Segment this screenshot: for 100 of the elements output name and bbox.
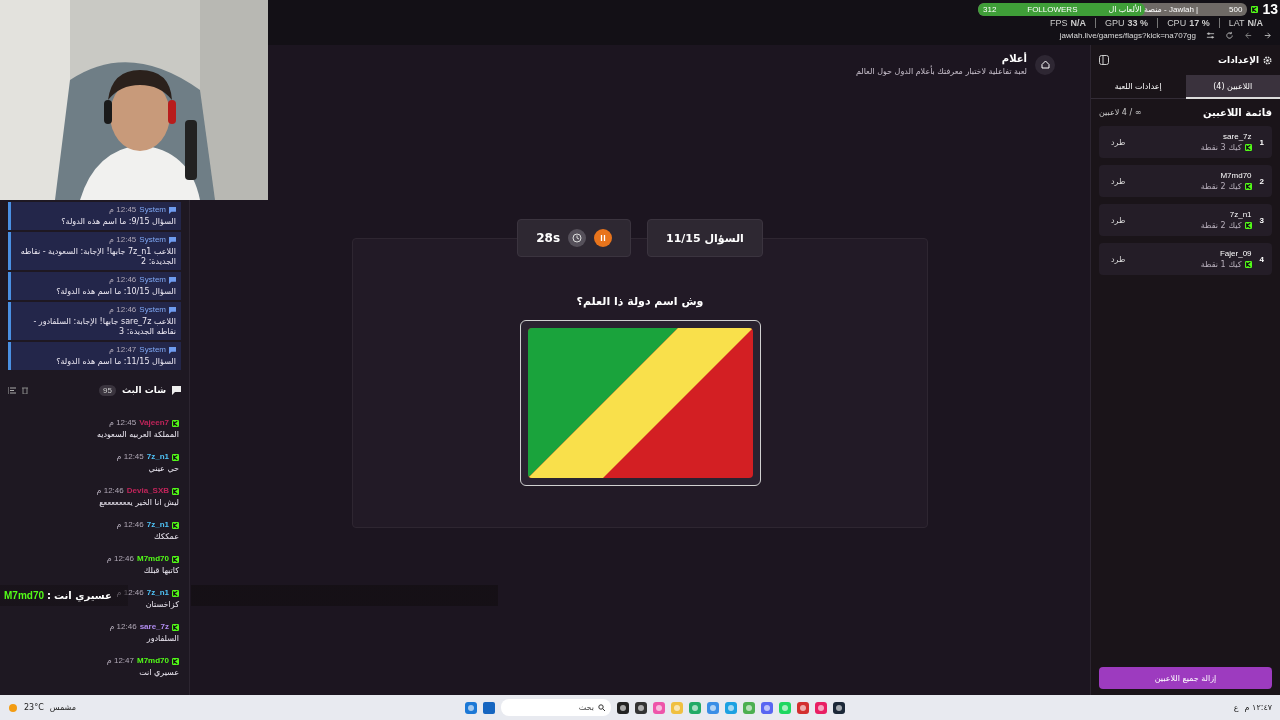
players-list-title: قائمة اللاعبين bbox=[1202, 107, 1272, 118]
stat-label: GPU bbox=[1105, 18, 1125, 28]
chatter-name: M7md70 bbox=[137, 656, 169, 666]
question-text: وش اسم دولة ذا العلم؟ bbox=[576, 295, 704, 308]
message-time: 12:45 م bbox=[109, 205, 137, 215]
message-text: كزاخستان bbox=[145, 600, 179, 610]
stat-label: CPU bbox=[1167, 18, 1187, 28]
message-time: 12:46 م bbox=[106, 554, 134, 564]
message-time: 12:45 م bbox=[116, 452, 144, 462]
app-icon[interactable] bbox=[616, 701, 629, 714]
chatter-name: 7z_n1 bbox=[146, 452, 169, 462]
game-subtitle: لعبة تفاعلية لاختبار معرفتك بأعلام الدول حول العالم bbox=[855, 67, 1027, 76]
stat-value: N/A bbox=[1070, 18, 1087, 28]
page-title: منصة الألعاب ال - Jawlah | bbox=[1108, 4, 1199, 14]
chat-icon bbox=[172, 385, 181, 395]
panel-toggle-icon[interactable] bbox=[1099, 55, 1109, 65]
platform-icon bbox=[1244, 261, 1252, 268]
player-rank: 4 bbox=[1259, 254, 1264, 264]
platform-icon bbox=[172, 657, 179, 665]
remove-all-button[interactable]: إزالة جميع اللاعبين bbox=[1099, 667, 1272, 689]
question-counter: السؤال 11/15 bbox=[666, 231, 744, 245]
game-title: أعلام bbox=[1000, 53, 1027, 64]
kick-button[interactable]: طرد bbox=[1107, 174, 1130, 188]
player-points: 2 نقطة bbox=[1200, 221, 1226, 230]
settings-title: الإعدادات bbox=[1218, 55, 1259, 65]
address-url[interactable]: jawlah.live/games/flags?kick=na707gg bbox=[1059, 31, 1196, 40]
home-button[interactable] bbox=[1035, 54, 1055, 75]
message-time: 12:46 م bbox=[116, 520, 144, 530]
player-rank: 3 bbox=[1259, 215, 1264, 225]
message-text: ليش انا الخير يعععععععع bbox=[99, 498, 179, 508]
timer-text: 28s bbox=[536, 231, 561, 245]
platform-icon bbox=[172, 487, 179, 495]
keyboard-language[interactable]: ع bbox=[1233, 703, 1239, 712]
message-text: اللاعب sare_7z جابها! الإجابة: السلفادور - نقاطه الجديدة: 3 bbox=[32, 317, 176, 337]
search-icon bbox=[597, 704, 605, 711]
app-icon[interactable] bbox=[634, 701, 647, 714]
sender-name: System bbox=[139, 205, 166, 215]
tab[interactable]: إعدادات اللعبة bbox=[1091, 75, 1186, 99]
message-time: 12:46 م bbox=[116, 588, 144, 598]
forward-arrow-icon[interactable] bbox=[1263, 31, 1272, 40]
gear-icon bbox=[1263, 55, 1272, 65]
stat-value: 17 % bbox=[1189, 18, 1210, 28]
message-time: 12:46 م bbox=[109, 275, 137, 285]
player-platform: كيك bbox=[1228, 143, 1242, 152]
player-name: 7z_n1 bbox=[1229, 210, 1252, 219]
message-text: عسيري انت bbox=[139, 668, 179, 678]
message-text: كاتبها قبلك bbox=[143, 566, 179, 576]
chat-bubble-icon bbox=[169, 346, 176, 354]
message-time: 12:45 م bbox=[108, 418, 137, 428]
chatter-name: Vajeen7 bbox=[139, 418, 169, 428]
temperature: 23°C bbox=[24, 703, 44, 712]
message-text: عمككك bbox=[154, 532, 179, 542]
search-field[interactable]: بحث bbox=[500, 699, 611, 716]
player-name: M7md70 bbox=[1220, 171, 1252, 180]
reload-icon[interactable] bbox=[1225, 31, 1234, 40]
clock-button[interactable] bbox=[568, 229, 587, 247]
player-platform: كيك bbox=[1228, 260, 1242, 269]
chat-bubble-icon bbox=[169, 276, 176, 284]
message-text: اللاعب 7z_n1 جابها! الإجابة: السعودية - نقاطه الجديدة: 2 bbox=[19, 247, 176, 267]
player-points: 2 نقطة bbox=[1200, 182, 1226, 191]
message-time: 12:45 م bbox=[109, 235, 137, 245]
trash-icon[interactable] bbox=[22, 386, 28, 394]
message-text: السؤال 11/15: ما اسم هذه الدولة؟ bbox=[56, 357, 176, 367]
message-text: المملكة العربيه السعوديه bbox=[96, 430, 179, 440]
pause-button[interactable] bbox=[594, 229, 613, 247]
chat-bubble-icon bbox=[169, 306, 176, 314]
sender-name: System bbox=[139, 345, 166, 355]
platform-icon bbox=[1251, 5, 1259, 13]
sender-name: System bbox=[139, 235, 166, 245]
alert-name: M7md70 bbox=[4, 590, 44, 601]
viewer-count: 13 bbox=[1262, 1, 1278, 17]
player-rank: 1 bbox=[1259, 137, 1264, 147]
kick-button[interactable]: طرد bbox=[1107, 252, 1130, 266]
platform-icon bbox=[172, 419, 179, 427]
chatter-name: 7z_n1 bbox=[146, 588, 169, 598]
settings-icon[interactable] bbox=[1206, 31, 1215, 40]
message-text: حي عيني bbox=[148, 464, 179, 474]
clock[interactable]: ١٢:٤٧ م bbox=[1244, 703, 1272, 712]
back-arrow-icon[interactable] bbox=[1244, 31, 1253, 40]
platform-icon bbox=[172, 589, 179, 597]
list-icon[interactable] bbox=[8, 386, 16, 394]
clock-icon bbox=[572, 233, 583, 243]
chat-bubble-icon bbox=[169, 236, 176, 244]
player-platform: كيك bbox=[1228, 221, 1242, 230]
viewer-count-badge: 95 bbox=[99, 384, 116, 396]
kick-button[interactable]: طرد bbox=[1107, 213, 1130, 227]
player-name: Fajer_09 bbox=[1219, 249, 1252, 258]
alert-separator: : bbox=[47, 590, 51, 601]
app-icon[interactable] bbox=[832, 701, 845, 714]
chat-bubble-icon bbox=[169, 206, 176, 214]
message-text: السؤال 9/15: ما اسم هذه الدولة؟ bbox=[61, 217, 176, 227]
platform-icon bbox=[172, 623, 179, 631]
platform-icon bbox=[172, 555, 179, 563]
stat-value: 33 % bbox=[1127, 18, 1149, 28]
message-time: 12:46 م bbox=[109, 305, 137, 315]
kick-button[interactable]: طرد bbox=[1107, 135, 1130, 149]
tab[interactable]: اللاعبين (4) bbox=[1185, 75, 1280, 99]
weather-condition: مشمس bbox=[49, 703, 76, 712]
chat-title: شات البث bbox=[121, 385, 166, 395]
platform-icon bbox=[172, 521, 179, 529]
